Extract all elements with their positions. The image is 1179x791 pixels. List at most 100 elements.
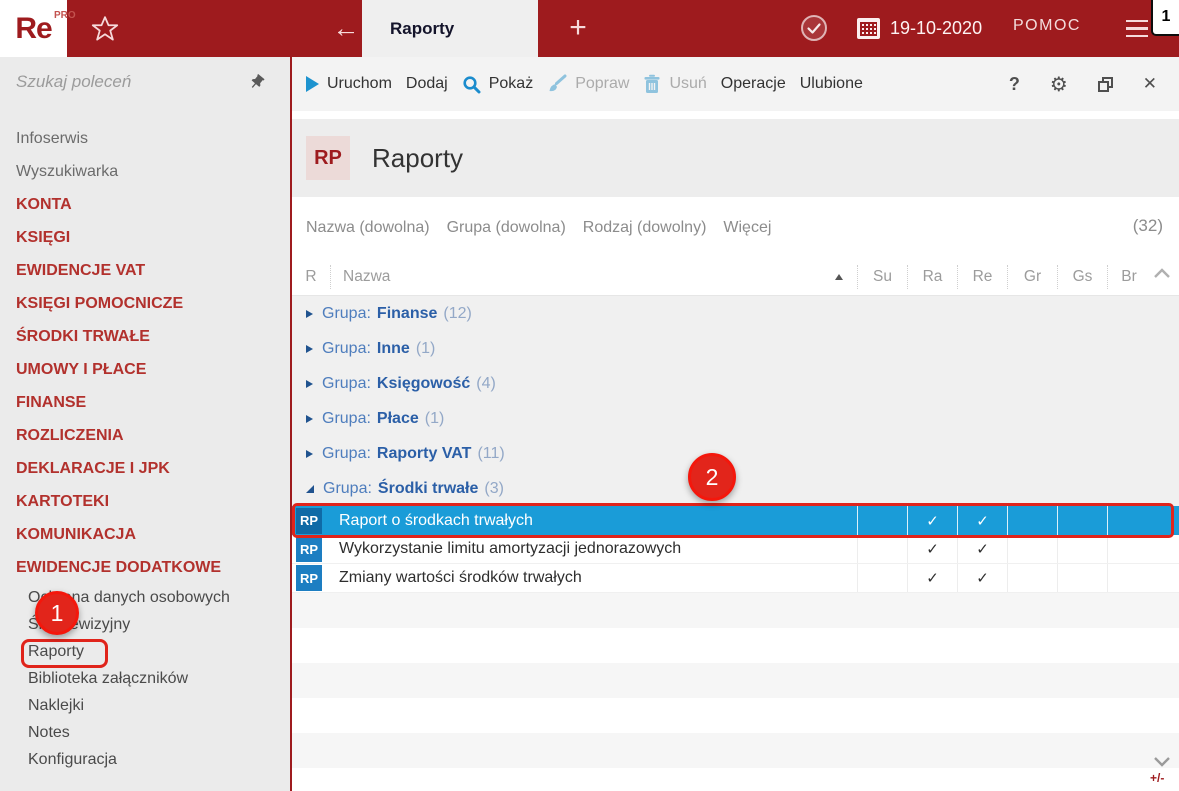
report-name: Wykorzystanie limitu amortyzacji jednora… [339,540,682,557]
notification-badge[interactable]: 1 [1151,0,1179,36]
trash-icon [644,74,660,93]
restore-window-icon[interactable] [1097,76,1113,92]
table-header: R Nazwa Su Ra Re Gr Gs Br [292,258,1179,296]
operations-button[interactable]: Operacje [721,75,786,93]
annotation-callout-2: 2 [688,453,736,501]
group-row-raporty-vat[interactable]: Grupa: Raporty VAT (11) [292,436,1179,471]
group-row-place[interactable]: Grupa: Płace (1) [292,401,1179,436]
help-menu[interactable]: POMOC [1013,17,1081,35]
panel-header: RP Raporty [292,119,1179,197]
group-row-inne[interactable]: Grupa: Inne (1) [292,331,1179,366]
cell-su [857,564,907,592]
cell-su [857,506,907,535]
sidebar-item-komunikacja[interactable]: KOMUNIKACJA [0,518,290,551]
calendar-icon[interactable] [856,17,881,40]
column-header-gs[interactable]: Gs [1057,264,1107,289]
sidebar: Szukaj poleceń Infoserwis Wyszukiwarka K… [0,57,290,791]
hamburger-menu-icon[interactable] [1126,20,1148,37]
column-header-r[interactable]: R [292,265,330,289]
back-arrow-icon[interactable]: ← [328,9,364,47]
column-header-br[interactable]: Br [1107,264,1150,289]
module-badge: RP [306,136,350,180]
current-date[interactable]: 19-10-2020 [890,18,982,39]
sidebar-item-ewidencje-vat[interactable]: EWIDENCJE VAT [0,254,290,287]
operations-label: Operacje [720,75,786,92]
column-header-ra[interactable]: Ra [907,264,957,289]
close-icon[interactable]: ✕ [1143,74,1157,94]
empty-row [292,733,1179,768]
filter-name[interactable]: Nazwa (dowolna) [306,219,430,237]
group-count: (1) [415,339,436,357]
favorites-label: Ulubione [799,75,863,92]
sidebar-item-infoserwis[interactable]: Infoserwis [0,122,290,155]
filter-more[interactable]: Więcej [723,219,771,237]
sidebar-item-notes[interactable]: Notes [0,719,290,746]
show-button[interactable]: Pokaż [462,75,533,94]
run-button[interactable]: Uruchom [306,75,392,93]
column-header-gr[interactable]: Gr [1007,264,1057,289]
sidebar-item-naklejki[interactable]: Naklejki [0,692,290,719]
sidebar-item-wyszukiwarka[interactable]: Wyszukiwarka [0,155,290,188]
column-header-nazwa-label: Nazwa [343,267,391,285]
sidebar-item-rozliczenia[interactable]: ROZLICZENIA [0,419,290,452]
group-prefix: Grupa: [322,409,371,427]
table-row[interactable]: RP Wykorzystanie limitu amortyzacji jedn… [292,535,1179,564]
favorite-star-icon[interactable] [90,14,120,44]
pin-icon[interactable] [246,73,266,93]
scroll-down-icon[interactable] [1152,754,1172,768]
sidebar-item-deklaracje-i-jpk[interactable]: DEKLARACJE I JPK [0,452,290,485]
column-header-nazwa[interactable]: Nazwa [330,264,857,289]
expand-collapse-all-control[interactable]: +/- [1150,771,1164,785]
favorites-button[interactable]: Ulubione [800,75,863,93]
sidebar-item-konta[interactable]: KONTA [0,188,290,221]
sidebar-item-biblioteka-zalacznikow[interactable]: Biblioteka załączników [0,665,290,692]
app-logo[interactable]: Re PRO [0,0,76,57]
edit-label: Popraw [575,75,630,92]
empty-row [292,663,1179,698]
sidebar-item-kartoteki[interactable]: KARTOTEKI [0,485,290,518]
sidebar-item-srodki-trwale[interactable]: ŚRODKI TRWAŁE [0,320,290,353]
empty-row [292,768,1179,791]
command-search[interactable]: Szukaj poleceń [0,57,290,110]
group-prefix: Grupa: [322,374,371,392]
group-count: (12) [443,304,472,322]
report-name: Raport o środkach trwałych [339,511,533,529]
gear-icon[interactable]: ⚙ [1050,72,1068,97]
cell-re-check: ✓ [957,506,1007,535]
add-button[interactable]: Dodaj [406,75,448,93]
group-name: Finanse [376,304,438,322]
group-name: Księgowość [376,374,471,392]
group-row-finanse[interactable]: Grupa: Finanse (12) [292,296,1179,331]
table-row[interactable]: RP Zmiany wartości środków trwałych ✓ ✓ [292,564,1179,593]
page-title: Raporty [372,142,464,173]
sidebar-menu: Infoserwis Wyszukiwarka KONTA KSIĘGI EWI… [0,110,290,773]
sidebar-item-ksiegi-pomocnicze[interactable]: KSIĘGI POMOCNICZE [0,287,290,320]
run-label: Uruchom [327,75,392,92]
sidebar-item-raporty[interactable]: Raporty [0,638,290,665]
expanded-triangle-icon [306,484,314,493]
filter-type[interactable]: Rodzaj (dowolny) [583,219,707,237]
sidebar-item-ewidencje-dodatkowe[interactable]: EWIDENCJE DODATKOWE [0,551,290,584]
cell-br [1107,506,1150,535]
cell-gr [1007,564,1057,592]
delete-button[interactable]: Usuń [643,74,707,94]
help-icon[interactable]: ? [1009,74,1020,95]
column-header-re[interactable]: Re [957,264,1007,289]
sidebar-item-umowy-i-place[interactable]: UMOWY I PŁACE [0,353,290,386]
cell-re-check: ✓ [957,535,1007,563]
sidebar-item-konfiguracja[interactable]: Konfiguracja [0,746,290,773]
collapsed-triangle-icon [306,449,313,458]
new-tab-icon[interactable]: + [558,8,598,48]
table-row-selected[interactable]: RP Raport o środkach trwałych ✓ ✓ [292,506,1179,535]
cell-su [857,535,907,563]
edit-button[interactable]: Popraw [547,74,629,94]
group-row-ksiegowosc[interactable]: Grupa: Księgowość (4) [292,366,1179,401]
status-check-icon[interactable] [799,13,829,43]
tab-raporty[interactable]: Raporty [362,0,538,57]
filter-group[interactable]: Grupa (dowolna) [447,219,566,237]
column-header-su[interactable]: Su [857,264,907,289]
sidebar-item-ksiegi[interactable]: KSIĘGI [0,221,290,254]
sidebar-item-finanse[interactable]: FINANSE [0,386,290,419]
play-icon [306,76,319,92]
scroll-up-icon[interactable] [1152,267,1172,281]
